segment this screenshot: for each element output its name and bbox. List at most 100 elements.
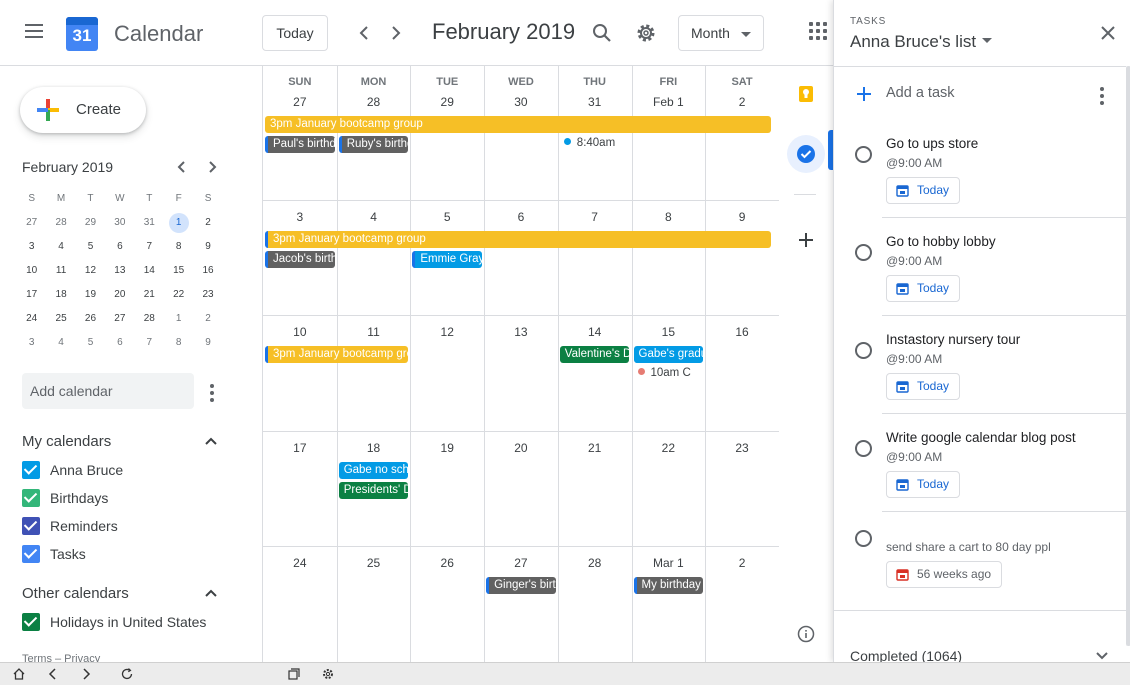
mini-day[interactable]: 31 (135, 211, 164, 235)
day-number[interactable]: 2 (705, 556, 779, 570)
terms-privacy-link[interactable]: Terms – Privacy (22, 653, 100, 662)
mini-day[interactable]: 22 (164, 283, 193, 307)
day-number[interactable]: 24 (263, 556, 337, 570)
mini-day[interactable]: 28 (46, 211, 75, 235)
home-icon[interactable] (12, 667, 26, 681)
mini-day[interactable]: 5 (76, 235, 105, 259)
calendar-item[interactable]: Holidays in United States (22, 612, 242, 634)
mini-day[interactable]: 26 (76, 307, 105, 331)
next-period-button[interactable] (382, 19, 410, 47)
mini-day[interactable]: 3 (17, 331, 46, 355)
task-item[interactable]: Instastory nursery tour @9:00 AM Today (834, 316, 1126, 414)
event-chip[interactable]: Ginger's birthday (486, 577, 556, 594)
mini-day[interactable]: 27 (17, 211, 46, 235)
day-number[interactable]: 3 (263, 210, 337, 224)
task-item[interactable]: Go to hobby lobby @9:00 AM Today (834, 218, 1126, 316)
mini-day[interactable]: 20 (105, 283, 134, 307)
task-list-selector[interactable]: Anna Bruce's list (850, 32, 993, 52)
event-chip[interactable]: Presidents' Day (338, 482, 409, 499)
view-switcher-dropdown[interactable]: Month (678, 15, 764, 51)
create-button[interactable]: Create (20, 87, 146, 133)
day-number[interactable]: 10 (263, 325, 337, 339)
today-button[interactable]: Today (262, 15, 328, 51)
mini-day[interactable]: 2 (193, 307, 222, 331)
mini-day[interactable]: 7 (135, 331, 164, 355)
day-number[interactable]: 17 (263, 441, 337, 455)
task-due-chip[interactable]: 56 weeks ago (886, 561, 1003, 588)
mini-day[interactable]: 6 (105, 331, 134, 355)
mini-day[interactable]: 6 (105, 235, 134, 259)
day-number[interactable]: 14 (558, 325, 632, 339)
checkbox-checked-icon[interactable] (22, 517, 40, 535)
event-chip[interactable]: 3pm January bootcamp group (265, 116, 771, 133)
mini-day[interactable]: 5 (76, 331, 105, 355)
completed-tasks-toggle[interactable]: Completed (1064) (834, 610, 1126, 662)
mini-day[interactable]: 1 (164, 211, 193, 235)
day-number[interactable]: 21 (558, 441, 632, 455)
mini-day[interactable]: 9 (193, 235, 222, 259)
mini-day[interactable]: 13 (105, 259, 134, 283)
mini-day[interactable]: 17 (17, 283, 46, 307)
day-number[interactable]: 30 (484, 95, 558, 109)
mini-prev-month-button[interactable] (172, 157, 192, 182)
main-menu-button[interactable] (20, 20, 48, 48)
task-complete-checkbox[interactable] (855, 440, 872, 457)
add-calendar-more-button[interactable] (210, 384, 214, 405)
day-number[interactable]: 7 (558, 210, 632, 224)
day-number[interactable]: 26 (410, 556, 484, 570)
info-button[interactable] (792, 620, 820, 648)
day-number[interactable]: Mar 1 (632, 556, 706, 570)
day-number[interactable]: 6 (484, 210, 558, 224)
mini-day[interactable]: 4 (46, 235, 75, 259)
day-number[interactable]: 19 (410, 441, 484, 455)
mini-day[interactable]: 27 (105, 307, 134, 331)
calendar-item[interactable]: Reminders (22, 516, 242, 538)
mini-day[interactable]: 7 (135, 235, 164, 259)
mini-day[interactable]: 8 (164, 331, 193, 355)
add-calendar-input[interactable]: Add calendar (22, 373, 194, 409)
day-number[interactable]: Feb 1 (632, 95, 706, 109)
checkbox-checked-icon[interactable] (22, 461, 40, 479)
day-number[interactable]: 8 (632, 210, 706, 224)
add-addon-button[interactable] (792, 226, 820, 254)
previous-period-button[interactable] (350, 19, 378, 47)
checkbox-checked-icon[interactable] (22, 613, 40, 631)
mini-day[interactable]: 15 (164, 259, 193, 283)
mini-day[interactable]: 24 (17, 307, 46, 331)
day-number[interactable]: 22 (632, 441, 706, 455)
day-number[interactable]: 27 (263, 95, 337, 109)
day-number[interactable]: 4 (337, 210, 411, 224)
mini-day[interactable]: 23 (193, 283, 222, 307)
task-due-chip[interactable]: Today (886, 275, 961, 302)
close-icon[interactable] (1098, 23, 1118, 43)
other-calendars-title[interactable]: Other calendars (22, 585, 129, 602)
event-chip[interactable]: 3pm January bootcamp group (265, 231, 771, 248)
day-number[interactable]: 11 (337, 325, 411, 339)
event-chip[interactable]: Emmie Gray (412, 251, 483, 268)
mini-day[interactable]: 29 (76, 211, 105, 235)
task-complete-checkbox[interactable] (855, 342, 872, 359)
forward-icon[interactable] (79, 667, 93, 681)
day-number[interactable]: 15 (632, 325, 706, 339)
task-complete-checkbox[interactable] (855, 530, 872, 547)
task-complete-checkbox[interactable] (855, 146, 872, 163)
mini-day[interactable]: 10 (17, 259, 46, 283)
day-number[interactable]: 5 (410, 210, 484, 224)
mini-day[interactable]: 1 (164, 307, 193, 331)
day-number[interactable]: 13 (484, 325, 558, 339)
day-number[interactable]: 28 (558, 556, 632, 570)
my-calendars-title[interactable]: My calendars (22, 433, 111, 450)
mini-day[interactable]: 28 (135, 307, 164, 331)
mini-day[interactable]: 11 (46, 259, 75, 283)
event-chip[interactable]: Valentine's Day (559, 346, 630, 363)
day-number[interactable]: 28 (337, 95, 411, 109)
day-number[interactable]: 9 (705, 210, 779, 224)
mini-day[interactable]: 21 (135, 283, 164, 307)
keep-button[interactable] (792, 80, 820, 108)
add-task-button[interactable]: Add a task (854, 84, 1114, 108)
mini-day[interactable]: 16 (193, 259, 222, 283)
day-number[interactable]: 18 (337, 441, 411, 455)
search-button[interactable] (588, 19, 616, 47)
tasks-scrollbar[interactable] (1126, 66, 1130, 646)
event-chip[interactable]: Gabe no school (338, 462, 409, 479)
